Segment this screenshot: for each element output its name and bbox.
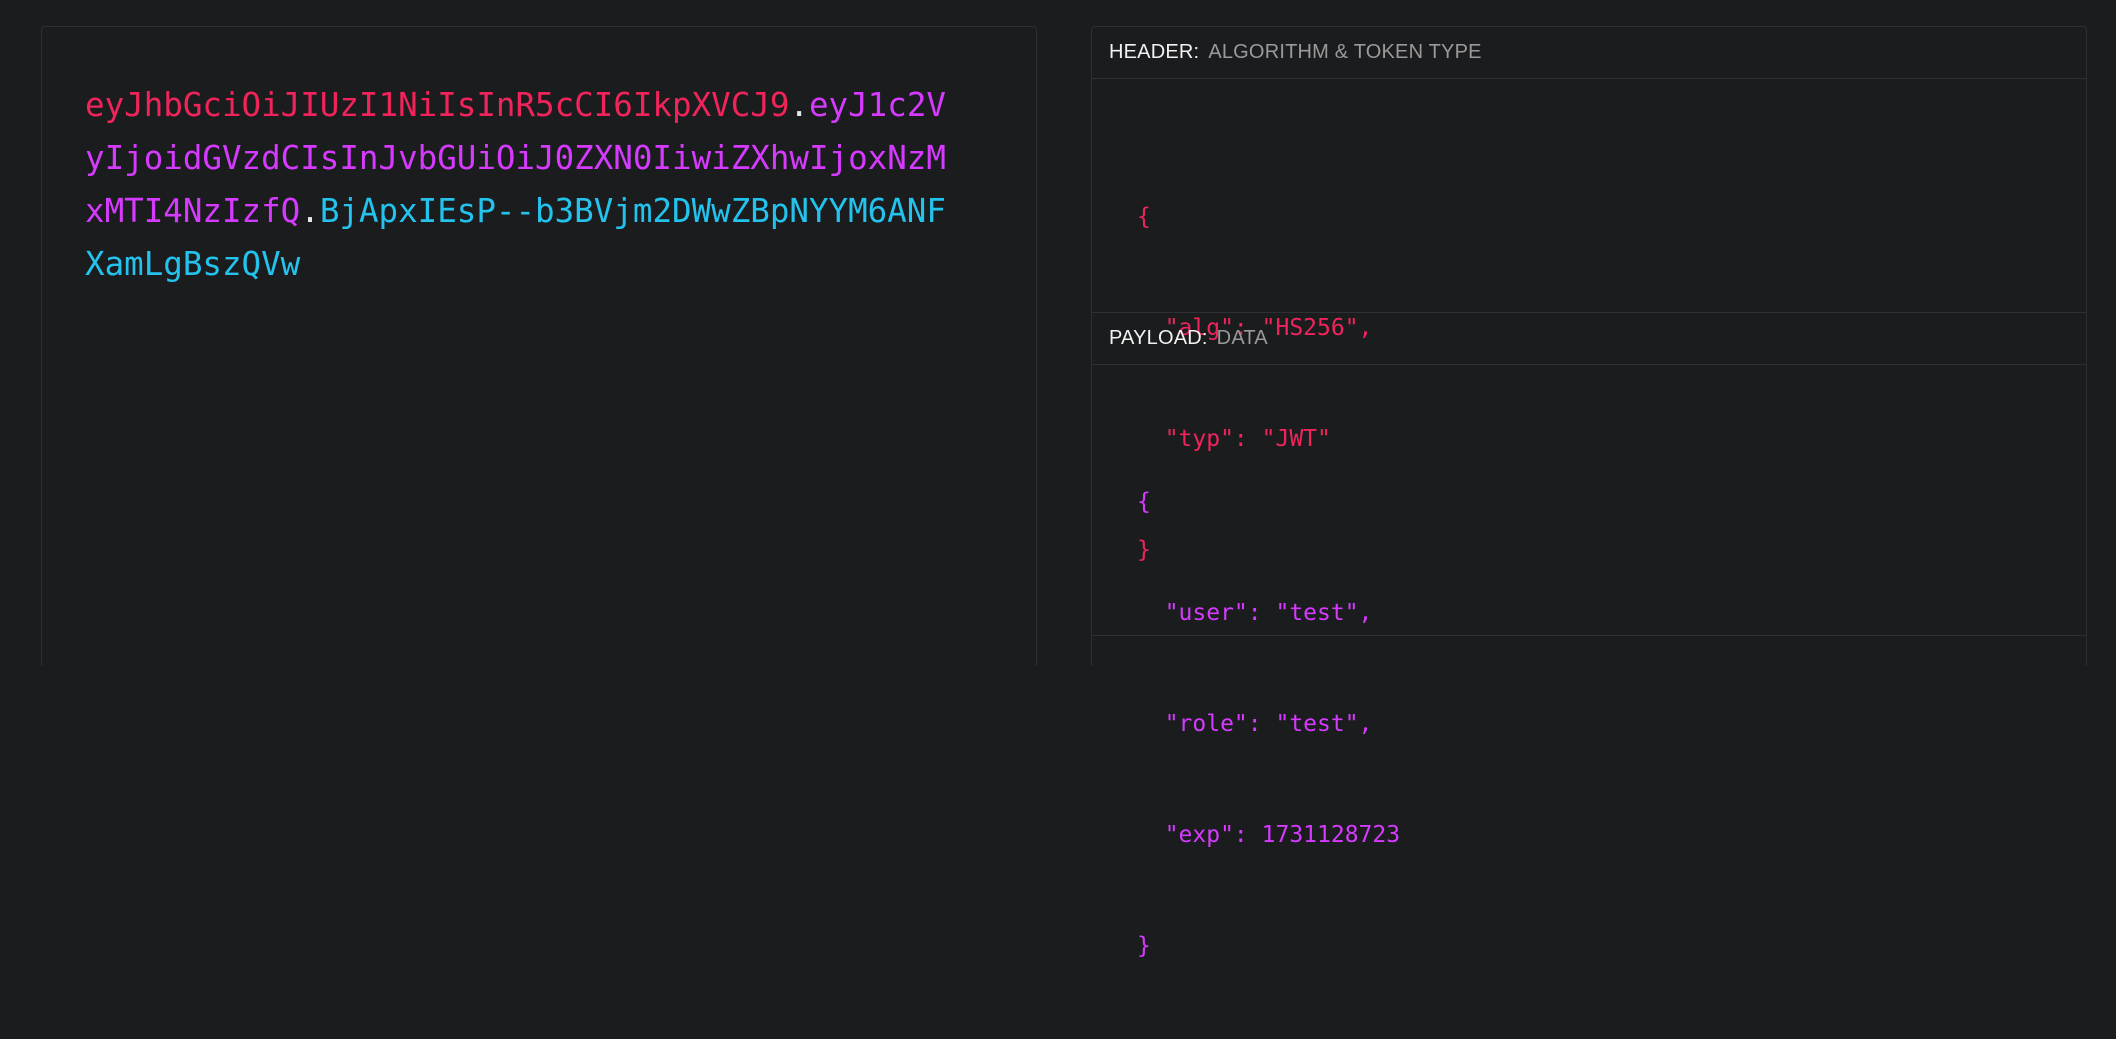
payload-section-title: PAYLOAD:: [1109, 327, 1208, 349]
token-separator-dot: .: [789, 86, 809, 124]
header-section-title: HEADER:: [1109, 41, 1200, 63]
json-line: "user": "test",: [1137, 600, 1373, 626]
token-separator-dot: .: [300, 192, 320, 230]
section-divider: [1092, 635, 2086, 636]
encoded-token-text[interactable]: eyJhbGciOiJIUzI1NiIsInR5cCI6IkpXVCJ9.eyJ…: [85, 79, 965, 291]
json-line: }: [1137, 933, 1151, 959]
payload-json[interactable]: { "user": "test", "role": "test", "exp":…: [1137, 410, 1400, 1039]
header-section-subtitle: ALGORITHM & TOKEN TYPE: [1208, 41, 1482, 63]
payload-section-heading: PAYLOAD: DATA: [1092, 313, 2086, 365]
encoded-token-panel[interactable]: eyJhbGciOiJIUzI1NiIsInR5cCI6IkpXVCJ9.eyJ…: [41, 26, 1037, 666]
token-header-segment: eyJhbGciOiJIUzI1NiIsInR5cCI6IkpXVCJ9: [85, 86, 790, 124]
json-line: {: [1137, 489, 1151, 515]
json-line: {: [1137, 204, 1151, 230]
json-line: "exp": 1731128723: [1137, 822, 1401, 848]
json-line: "role": "test",: [1137, 711, 1373, 737]
payload-section-subtitle: DATA: [1216, 327, 1268, 349]
decoded-panel: HEADER: ALGORITHM & TOKEN TYPE { "alg": …: [1091, 26, 2087, 959]
header-section-heading: HEADER: ALGORITHM & TOKEN TYPE: [1092, 27, 2086, 79]
